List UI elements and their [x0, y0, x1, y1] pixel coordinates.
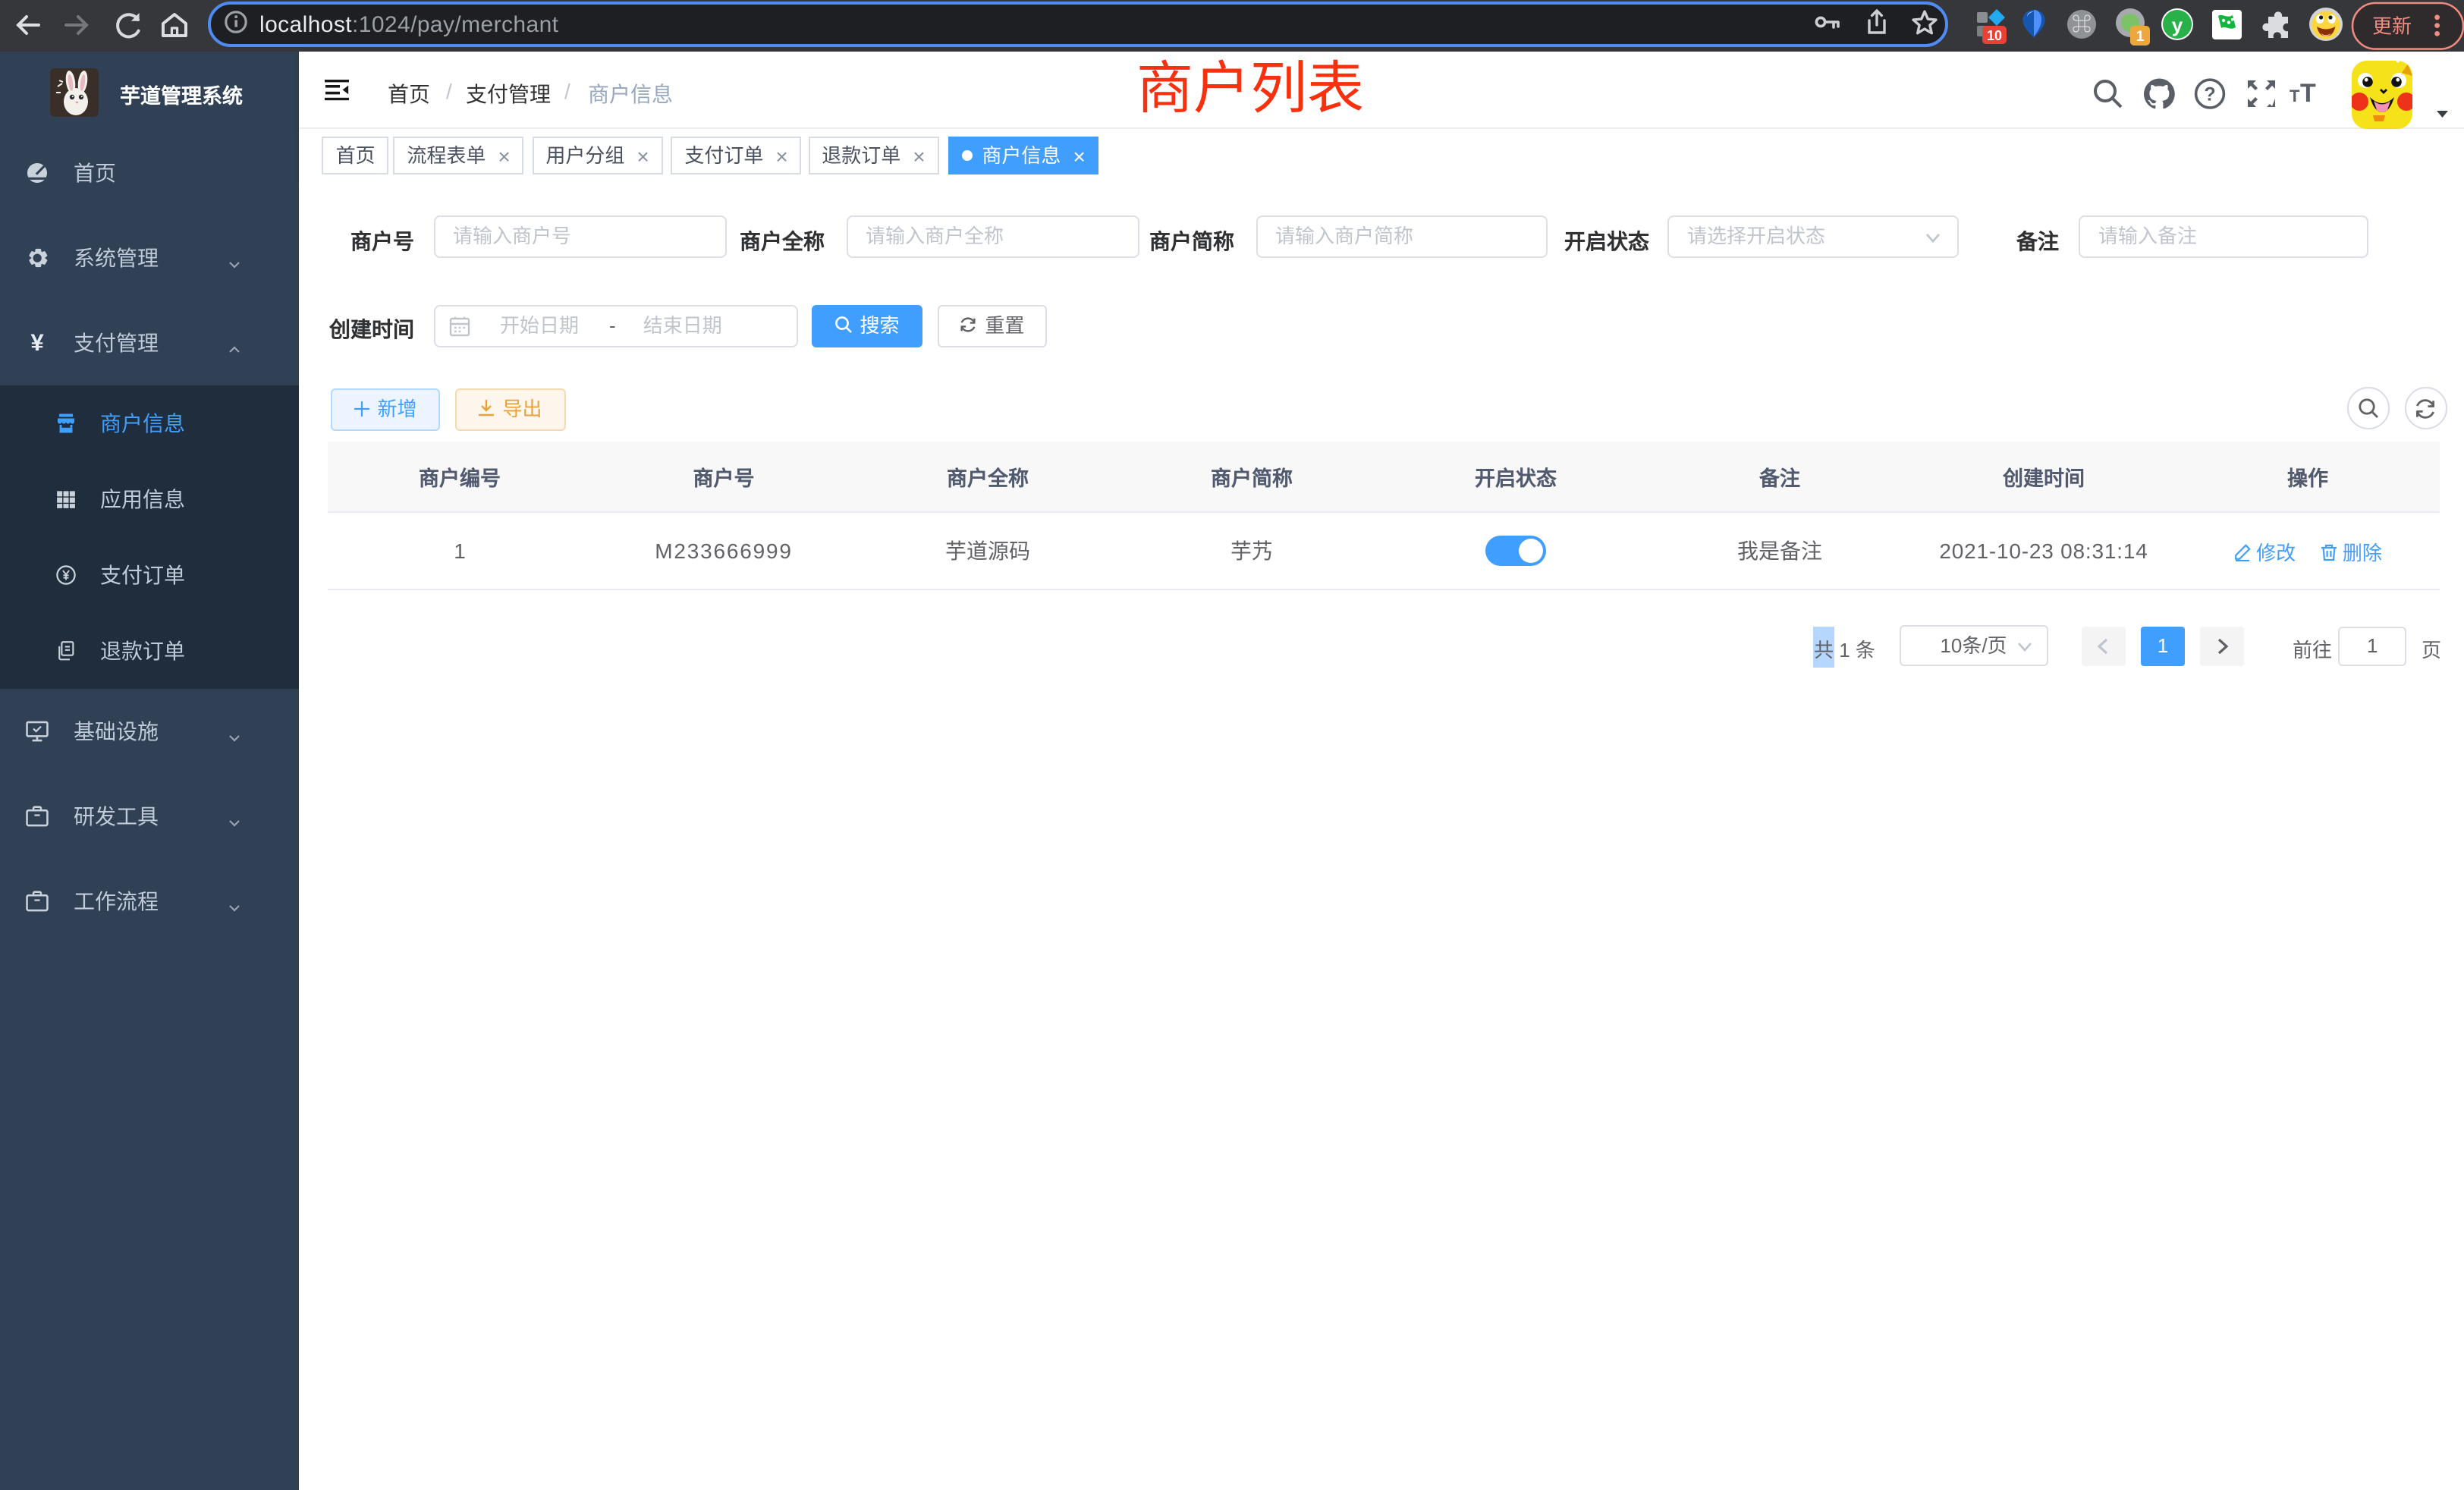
svg-text:T: T — [2290, 86, 2300, 105]
svg-text:1: 1 — [2136, 29, 2145, 45]
svg-text:y: y — [2172, 14, 2183, 36]
svg-text:更新: 更新 — [2372, 15, 2412, 38]
svg-text:¥: ¥ — [30, 330, 44, 356]
svg-text:?: ? — [2204, 84, 2215, 105]
svg-text:⌘: ⌘ — [2072, 13, 2092, 36]
svg-text:T: T — [2300, 79, 2316, 108]
svg-text:10: 10 — [1987, 28, 2002, 43]
